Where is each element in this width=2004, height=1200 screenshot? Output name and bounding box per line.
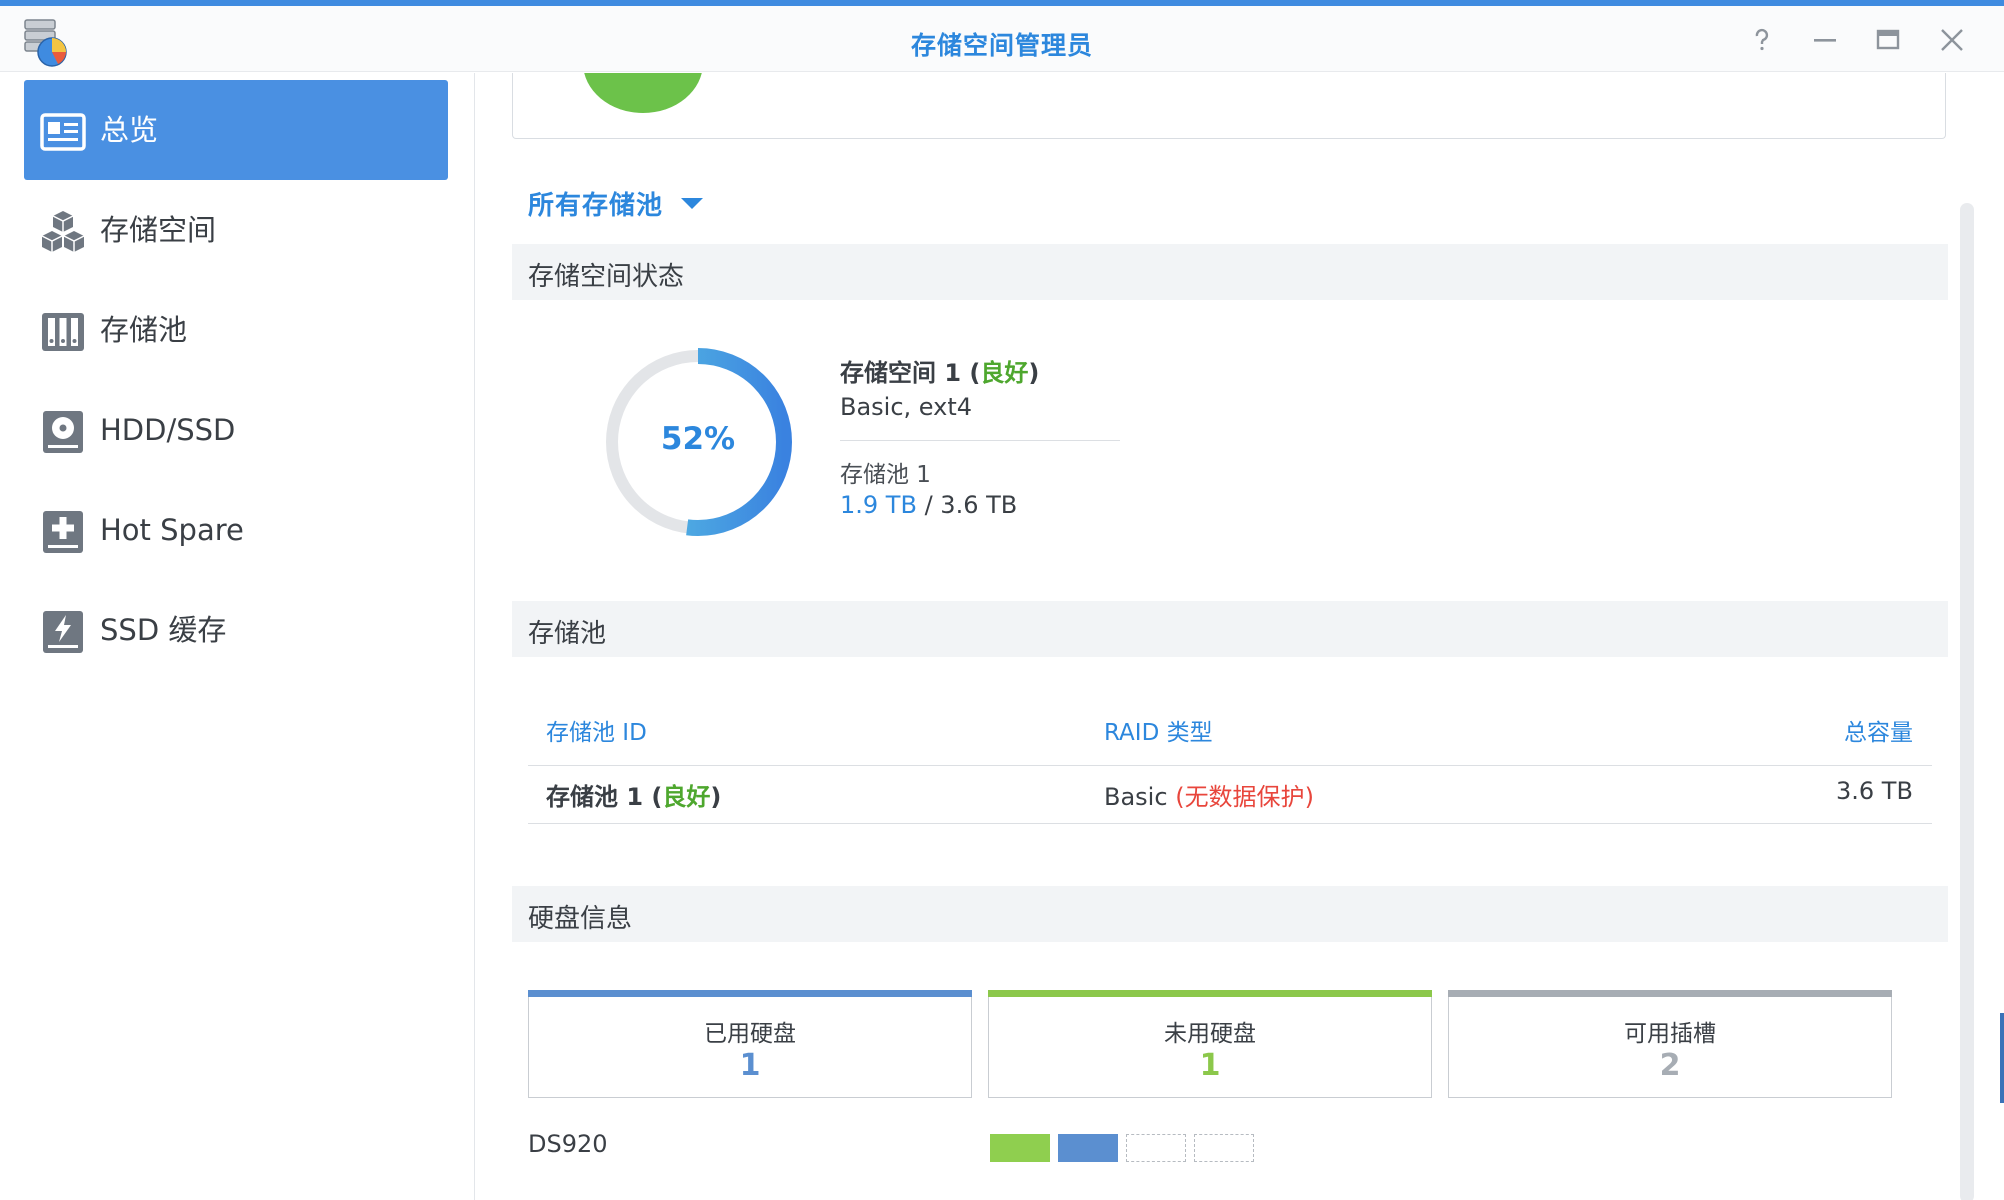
disk-info-header: 硬盘信息	[512, 886, 1948, 942]
volume-description: Basic, ext4	[840, 393, 973, 421]
maximize-icon	[1876, 29, 1900, 50]
used-disks-bar	[528, 990, 972, 997]
used-disks-count: 1	[739, 1048, 761, 1083]
pool-filter-dropdown[interactable]: 所有存储池	[528, 185, 704, 222]
capacity-separator: /	[924, 491, 933, 519]
storage-pool-icon	[42, 313, 84, 351]
ssd-cache-icon	[43, 611, 83, 653]
close-button[interactable]	[1932, 20, 1972, 60]
used-disks-label: 已用硬盘	[704, 1021, 796, 1047]
sidebar-item-hot-spare[interactable]: Hot Spare	[24, 480, 448, 580]
sidebar-item-hdd-ssd[interactable]: HDD/SSD	[24, 380, 448, 480]
available-slots-box: 可用插槽 2	[1448, 990, 1892, 1098]
health-status-indicator	[583, 73, 703, 113]
drive-slot-used[interactable]	[1058, 1134, 1118, 1162]
main-panel: 所有存储池 存储空间状态 52% 存储空间 1 (良好) Basic, ext4…	[476, 73, 2004, 1200]
sidebar: 总览 存储空间 存储池 HDD/SSD Hot Spare SSD 缓存	[0, 73, 475, 1200]
column-header-raid-type[interactable]: RAID 类型	[1104, 713, 1213, 747]
volume-name: 存储空间 1	[840, 359, 962, 387]
window-title: 存储空间管理员	[910, 31, 1093, 60]
close-icon	[1941, 29, 1963, 51]
usage-percent: 52%	[660, 421, 736, 457]
help-button[interactable]	[1742, 20, 1782, 60]
volume-status-header: 存储空间状态	[512, 244, 1948, 300]
sidebar-item-overview[interactable]: 总览	[24, 80, 448, 180]
volume-cubes-icon	[41, 211, 85, 252]
table-row-pool-name[interactable]: 存储池 1 (良好)	[546, 777, 721, 812]
unused-disks-label: 未用硬盘	[1164, 1021, 1256, 1047]
column-header-capacity[interactable]: 总容量	[1844, 713, 1913, 747]
sidebar-item-label: HDD/SSD	[100, 413, 236, 447]
title-bar: 存储空间管理员	[0, 6, 2004, 72]
pool-name: 存储池 1	[546, 783, 644, 811]
sidebar-item-label: Hot Spare	[100, 513, 244, 547]
drive-slot-empty[interactable]	[1126, 1134, 1186, 1162]
divider	[840, 440, 1120, 441]
volume-title[interactable]: 存储空间 1 (良好)	[840, 353, 1039, 388]
sidebar-item-label: 存储空间	[100, 213, 217, 247]
volume-pool-name: 存储池 1	[840, 462, 931, 488]
table-row-capacity: 3.6 TB	[1836, 777, 1913, 805]
section-title: 存储池	[528, 619, 607, 649]
used-capacity: 1.9 TB	[840, 491, 917, 519]
volume-health: 良好	[980, 359, 1029, 387]
table-row-raid: Basic (无数据保护)	[1104, 777, 1314, 812]
window-edge-accent	[2000, 1013, 2004, 1103]
sidebar-item-volume[interactable]: 存储空间	[24, 180, 448, 280]
raid-type: Basic	[1104, 783, 1168, 811]
overview-icon	[40, 113, 86, 151]
chevron-down-icon	[681, 198, 704, 209]
unused-disks-box: 未用硬盘 1	[988, 990, 1432, 1098]
drive-slot-unused[interactable]	[990, 1134, 1050, 1162]
table-row-divider	[528, 823, 1932, 824]
available-slots-label: 可用插槽	[1624, 1021, 1716, 1047]
column-header-pool-id[interactable]: 存储池 ID	[546, 713, 647, 747]
hdd-icon	[43, 411, 83, 453]
sidebar-item-label: SSD 缓存	[100, 613, 227, 647]
pool-filter-label: 所有存储池	[528, 191, 664, 221]
used-disks-box: 已用硬盘 1	[528, 990, 972, 1098]
section-title: 硬盘信息	[528, 904, 633, 934]
minimize-button[interactable]	[1805, 20, 1845, 60]
help-icon	[1755, 28, 1769, 51]
sidebar-item-label: 总览	[100, 113, 159, 147]
section-title: 存储空间状态	[528, 262, 685, 292]
storage-pool-header: 存储池	[512, 601, 1948, 657]
table-header-divider	[528, 765, 1932, 766]
summary-card	[512, 73, 1946, 139]
unused-disks-count: 1	[1199, 1048, 1221, 1083]
sidebar-item-label: 存储池	[100, 313, 188, 347]
minimize-icon	[1814, 39, 1836, 42]
sidebar-item-ssd-cache[interactable]: SSD 缓存	[24, 580, 448, 680]
volume-capacity: 1.9 TB / 3.6 TB	[840, 491, 1017, 519]
available-slots-count: 2	[1659, 1048, 1681, 1083]
unused-disks-bar	[988, 990, 1432, 997]
sidebar-item-storage-pool[interactable]: 存储池	[24, 280, 448, 380]
drive-slot-empty[interactable]	[1194, 1134, 1254, 1162]
total-capacity: 3.6 TB	[940, 491, 1018, 519]
hot-spare-icon	[43, 511, 83, 553]
raid-note: (无数据保护)	[1175, 783, 1314, 811]
maximize-button[interactable]	[1868, 20, 1908, 60]
pool-health: 良好	[662, 783, 711, 811]
available-slots-bar	[1448, 990, 1892, 997]
device-model: DS920	[528, 1130, 608, 1158]
main-scrollbar[interactable]	[1960, 203, 1974, 1200]
